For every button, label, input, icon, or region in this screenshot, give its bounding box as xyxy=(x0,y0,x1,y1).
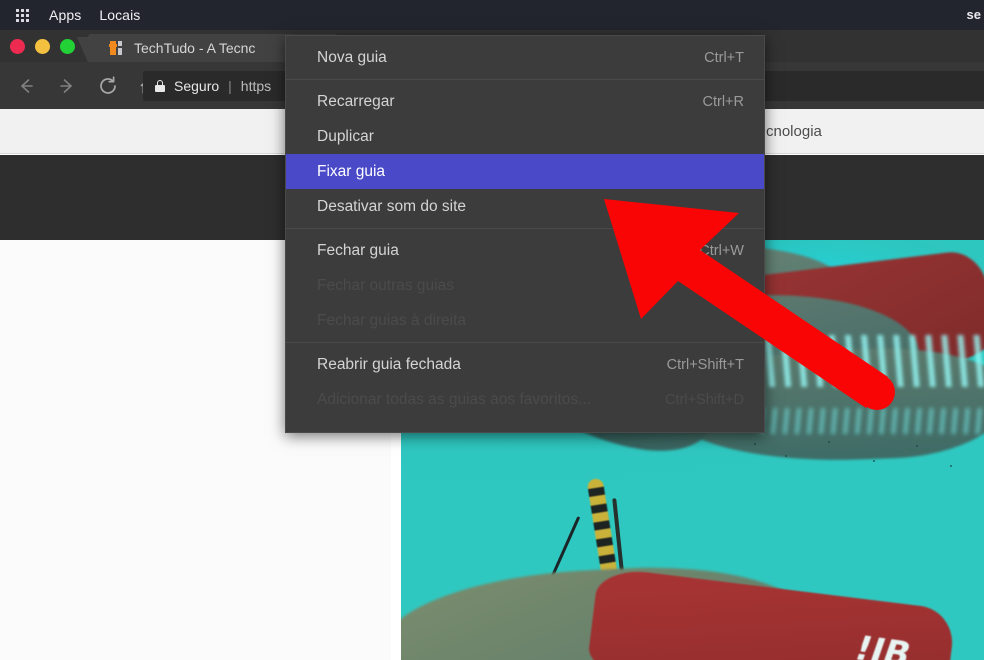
url-text: https xyxy=(240,78,272,94)
menu-item-nova-guia[interactable]: Nova guia Ctrl+T xyxy=(286,40,764,75)
lock-icon xyxy=(155,80,165,92)
menu-separator xyxy=(286,228,764,229)
menu-item-label: Fixar guia xyxy=(317,162,386,180)
menu-item-label: Duplicar xyxy=(317,127,374,145)
menu-item-label: Nova guia xyxy=(317,48,387,66)
menu-item-recarregar[interactable]: Recarregar Ctrl+R xyxy=(286,84,764,119)
menu-item-accel: Ctrl+T xyxy=(704,49,744,66)
tab-title: TechTudo - A Tecnc xyxy=(134,40,256,56)
minimize-window-button[interactable] xyxy=(35,39,50,54)
menu-item-label: Reabrir guia fechada xyxy=(317,355,461,373)
os-top-panel: Apps Locais se xyxy=(0,0,984,30)
menu-item-desativar-som-do-site[interactable]: Desativar som do site xyxy=(286,189,764,224)
bookmark-item[interactable]: cnologia xyxy=(766,123,822,140)
menu-item-fechar-guia[interactable]: Fechar guia Ctrl+W xyxy=(286,233,764,268)
menu-item-reabrir-guia-fechada[interactable]: Reabrir guia fechada Ctrl+Shift+T xyxy=(286,347,764,382)
menu-item-label: Fechar guia xyxy=(317,241,399,259)
menu-separator xyxy=(286,79,764,80)
menu-item-accel: Ctrl+Shift+D xyxy=(665,391,744,408)
os-menu-apps[interactable]: Apps xyxy=(40,0,90,30)
omnibox-separator: | xyxy=(228,78,232,94)
security-label: Seguro xyxy=(174,78,220,94)
screenshot-root: Apps Locais se TechTudo - A Tecnc Seguro… xyxy=(0,0,984,660)
menu-separator xyxy=(286,342,764,343)
back-arrow-icon[interactable] xyxy=(9,69,43,103)
menu-item-label: Desativar som do site xyxy=(317,197,467,215)
maximize-window-button[interactable] xyxy=(60,39,75,54)
forward-arrow-icon[interactable] xyxy=(50,69,84,103)
menu-item-label: Adicionar todas as guias aos favoritos..… xyxy=(317,390,591,408)
menu-item-accel: Ctrl+R xyxy=(702,93,745,110)
menu-item-accel: Ctrl+Shift+T xyxy=(666,356,744,373)
menu-item-label: Fechar outras guias xyxy=(317,276,454,294)
menu-item-fixar-guia[interactable]: Fixar guia xyxy=(286,154,764,189)
menu-item-adicionar-todas-as-guias-aos-favoritos: Adicionar todas as guias aos favoritos..… xyxy=(286,382,764,417)
photo-banner-text-top: TB xyxy=(767,315,804,349)
menu-item-fechar-outras-guias: Fechar outras guias xyxy=(286,268,764,303)
os-menu-locais[interactable]: Locais xyxy=(90,0,149,30)
techtudo-favicon xyxy=(109,40,125,56)
reload-icon[interactable] xyxy=(91,69,125,103)
menu-item-label: Recarregar xyxy=(317,92,395,110)
menu-item-label: Fechar guias à direita xyxy=(317,311,467,329)
menu-item-duplicar[interactable]: Duplicar xyxy=(286,119,764,154)
menu-item-accel: Ctrl+W xyxy=(699,242,744,259)
close-window-button[interactable] xyxy=(10,39,25,54)
apps-grid-icon[interactable] xyxy=(16,8,29,22)
os-clock[interactable]: se xyxy=(967,0,984,30)
tab-context-menu: Nova guia Ctrl+T Recarregar Ctrl+R Dupli… xyxy=(285,35,765,433)
window-controls xyxy=(10,39,75,54)
menu-item-fechar-guias-a-direita: Fechar guias à direita xyxy=(286,303,764,338)
